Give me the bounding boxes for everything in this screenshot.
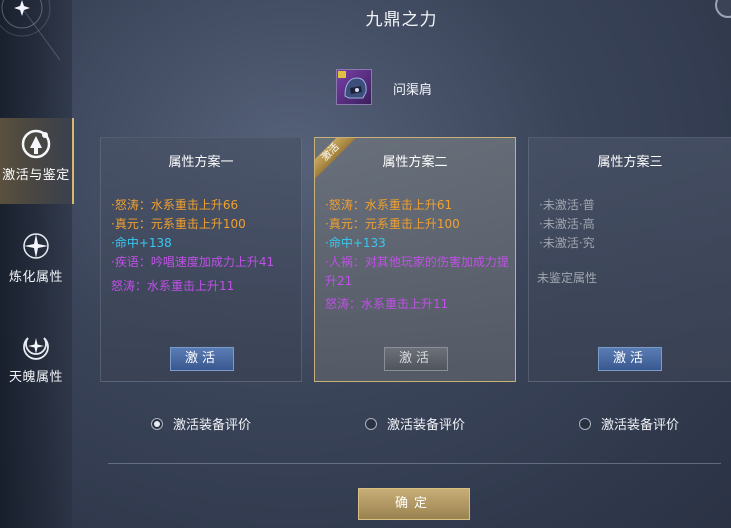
extra-attribute: 怒涛：水系重击上升11	[111, 279, 235, 293]
attribute-line: ·人祸：对其他玩家的伤害加成力提升21	[325, 255, 509, 288]
window-title: 九鼎之力	[365, 10, 438, 30]
attribute-line: ·命中+138	[111, 236, 172, 250]
activate-button-2[interactable]: 激活	[384, 347, 448, 371]
attribute-line: ·未激活·高	[539, 217, 595, 231]
tab-label: 天魄属性	[8, 370, 63, 385]
unidentified-label: 未鉴定属性	[537, 271, 598, 285]
refine-star-icon	[23, 233, 49, 259]
item-name: 问渠肩	[393, 83, 433, 98]
tab-label: 激活与鉴定	[2, 168, 70, 183]
attribute-list: ·未激活·普 ·未激活·高 ·未激活·究	[539, 196, 727, 253]
confirm-button[interactable]: 确定	[358, 488, 470, 520]
helmet-icon	[338, 71, 367, 99]
attribute-line: ·疾语：吟唱速度加成力上升41	[111, 255, 275, 269]
extra-attribute: 怒涛：水系重击上升11	[325, 297, 449, 311]
tab-soul-attributes[interactable]: 天魄属性	[0, 320, 72, 406]
helmet-item-icon[interactable]	[336, 69, 372, 105]
attribute-plan-card-2: 激活 属性方案二 ·怒涛：水系重击上升61 ·真元：元系重击上升100 ·命中+…	[314, 137, 516, 382]
moon-star-icon	[23, 337, 49, 360]
attribute-plan-card-3: 属性方案三 ·未激活·普 ·未激活·高 ·未激活·究 未鉴定属性 激活	[528, 137, 731, 382]
attribute-line: ·真元：元系重击上升100	[325, 217, 460, 231]
radio-button[interactable]	[365, 417, 377, 430]
star-decoration-icon	[0, 0, 61, 61]
card-title: 属性方案三	[597, 155, 663, 170]
attribute-line: ·命中+133	[325, 236, 386, 250]
radio-label: 激活装备评价	[173, 418, 252, 433]
radio-button[interactable]	[579, 417, 591, 430]
activate-icon	[21, 129, 51, 159]
divider	[108, 463, 721, 464]
card-title: 属性方案一	[168, 155, 234, 170]
radio-label: 激活装备评价	[601, 418, 680, 433]
radio-option-3[interactable]: 激活装备评价	[579, 414, 679, 433]
radio-option-1[interactable]: 激活装备评价	[151, 414, 251, 433]
attribute-line: ·未激活·究	[539, 236, 595, 250]
activate-button-3[interactable]: 激活	[598, 347, 662, 371]
radio-button[interactable]	[151, 417, 163, 430]
tab-label: 炼化属性	[8, 270, 63, 285]
attribute-list: ·怒涛：水系重击上升61 ·真元：元系重击上升100 ·命中+133 ·人祸：对…	[325, 196, 511, 291]
attribute-line: ·怒涛：水系重击上升61	[325, 198, 453, 212]
radio-option-2[interactable]: 激活装备评价	[365, 414, 465, 433]
attribute-line: ·未激活·普	[539, 198, 595, 212]
attribute-line: ·真元：元系重击上升100	[111, 217, 246, 231]
activate-button-1[interactable]: 激活	[170, 347, 234, 371]
tab-refine-attributes[interactable]: 炼化属性	[0, 220, 72, 306]
attribute-line: ·怒涛：水系重击上升66	[111, 198, 239, 212]
attribute-plan-card-1: 属性方案一 ·怒涛：水系重击上升66 ·真元：元系重击上升100 ·命中+138…	[100, 137, 302, 382]
card-title: 属性方案二	[382, 155, 448, 170]
radio-label: 激活装备评价	[387, 418, 466, 433]
attribute-list: ·怒涛：水系重击上升66 ·真元：元系重击上升100 ·命中+138 ·疾语：吟…	[111, 196, 297, 272]
tab-activate-identify[interactable]: 激活与鉴定	[0, 118, 74, 204]
sidebar: 激活与鉴定 炼化属性 天魄属性	[0, 0, 74, 528]
